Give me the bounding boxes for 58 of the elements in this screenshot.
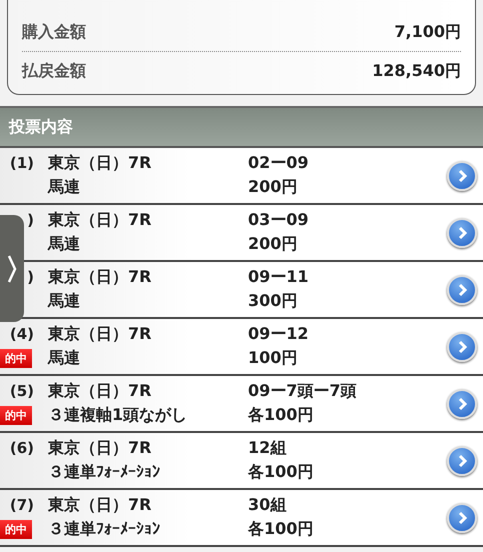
bet-type: ３連単ﾌｫｰﾒｰｼｮﾝ xyxy=(47,462,161,484)
bet-number: (7) xyxy=(10,496,34,514)
bet-row[interactable]: (7) 的中 東京（日）7R ３連単ﾌｫｰﾒｰｼｮﾝ 30組 各100円 xyxy=(0,490,483,547)
bet-combination: 02ー09 xyxy=(247,152,310,174)
bet-amount: 100円 xyxy=(247,348,298,370)
bet-amount: 300円 xyxy=(247,291,298,312)
bet-type: ３連単ﾌｫｰﾒｰｼｮﾝ xyxy=(47,519,161,540)
bet-type: ３連複軸1頭ながし xyxy=(47,405,188,426)
hit-badge: 的中 xyxy=(0,520,32,540)
detail-button[interactable] xyxy=(447,446,477,476)
bet-number: ) xyxy=(27,211,34,230)
drawer-handle-overlay[interactable] xyxy=(0,215,24,322)
bet-row[interactable]: (1) 東京（日）7R 馬連 02ー09 200円 xyxy=(0,148,483,205)
chevron-right-icon xyxy=(7,254,17,284)
bet-type: 馬連 xyxy=(46,234,81,256)
detail-button[interactable] xyxy=(447,388,477,418)
detail-button[interactable] xyxy=(447,332,477,362)
race-name: 東京（日）7R xyxy=(46,210,152,231)
detail-button[interactable] xyxy=(447,218,477,248)
race-name: 東京（日）7R xyxy=(46,494,152,516)
bet-combination: 09ー12 xyxy=(247,324,310,345)
bet-number: (5) xyxy=(10,382,34,400)
bet-type: 馬連 xyxy=(46,348,81,370)
race-name: 東京（日）7R xyxy=(46,324,152,345)
race-name: 東京（日）7R xyxy=(46,266,152,288)
bet-row[interactable]: (4) 的中 東京（日）7R 馬連 09ー12 100円 xyxy=(0,319,483,376)
bet-number: ) xyxy=(27,268,34,286)
summary-value: 7,100円 xyxy=(394,22,461,42)
bet-amount: 各100円 xyxy=(246,519,314,540)
bet-number: (4) xyxy=(10,325,34,344)
hit-badge: 的中 xyxy=(0,349,32,368)
summary-label: 購入金額 xyxy=(22,22,86,42)
bet-amount: 各100円 xyxy=(246,405,314,426)
summary-value: 128,540円 xyxy=(372,60,461,82)
bet-combination: 30組 xyxy=(247,494,288,516)
bet-combination: 09ー7頭ー7頭 xyxy=(247,380,358,402)
bet-type: 馬連 xyxy=(46,291,81,312)
race-name: 東京（日）7R xyxy=(46,152,152,174)
bet-amount: 200円 xyxy=(247,177,298,198)
bet-row[interactable]: (6) 東京（日）7R ３連単ﾌｫｰﾒｰｼｮﾝ 12組 各100円 xyxy=(0,433,483,490)
bet-number: (6) xyxy=(10,439,34,458)
race-name: 東京（日）7R xyxy=(46,380,152,402)
bet-combination: 03ー09 xyxy=(247,210,310,231)
detail-button[interactable] xyxy=(447,502,477,532)
detail-button[interactable] xyxy=(447,274,477,304)
bet-amount: 200円 xyxy=(247,234,298,256)
hit-badge: 的中 xyxy=(0,406,32,426)
bet-row[interactable]: (5) 的中 東京（日）7R ３連複軸1頭ながし 09ー7頭ー7頭 各100円 xyxy=(0,376,483,433)
summary-label: 払戻金額 xyxy=(22,60,86,82)
bet-amount: 各100円 xyxy=(246,462,314,484)
race-name: 東京（日）7R xyxy=(46,438,152,459)
bet-type: 馬連 xyxy=(46,177,81,198)
bet-number: (1) xyxy=(10,154,34,172)
detail-button[interactable] xyxy=(447,160,477,190)
bet-combination: 12組 xyxy=(247,438,288,459)
bet-combination: 09ー11 xyxy=(247,266,310,288)
bet-row[interactable]: ) 東京（日）7R 馬連 03ー09 200円 xyxy=(0,205,483,262)
section-header: 投票内容 xyxy=(0,106,483,148)
